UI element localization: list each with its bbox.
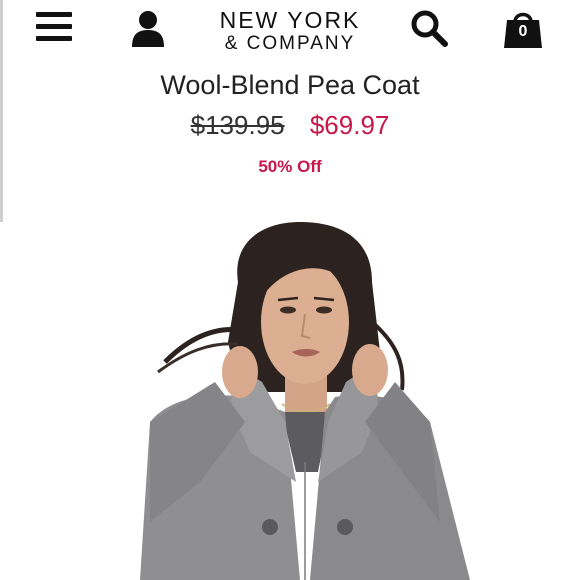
cart-count-badge: 0 (518, 23, 528, 40)
original-price: $139.95 (190, 110, 285, 140)
account-button[interactable] (130, 10, 166, 48)
search-button[interactable] (408, 8, 452, 50)
brand-logo[interactable]: NEW YORK & COMPANY (205, 7, 375, 54)
brand-name-line1: NEW YORK (219, 7, 361, 33)
search-icon (411, 10, 448, 47)
sale-price: $69.97 (309, 110, 390, 140)
user-icon (132, 11, 164, 47)
menu-button[interactable] (36, 10, 74, 44)
hamburger-menu-icon (36, 12, 72, 17)
price-row: $139.95 $69.97 (0, 110, 580, 141)
product-title: Wool-Blend Pea Coat (160, 70, 420, 100)
brand-name-line2: & COMPANY (224, 33, 356, 54)
product-photo[interactable] (0, 222, 580, 580)
cart-button[interactable]: 0 (500, 8, 546, 50)
discount-label: 50% Off (258, 157, 322, 176)
model-illustration (0, 222, 580, 580)
site-header: NEW YORK & COMPANY 0 (0, 0, 580, 62)
